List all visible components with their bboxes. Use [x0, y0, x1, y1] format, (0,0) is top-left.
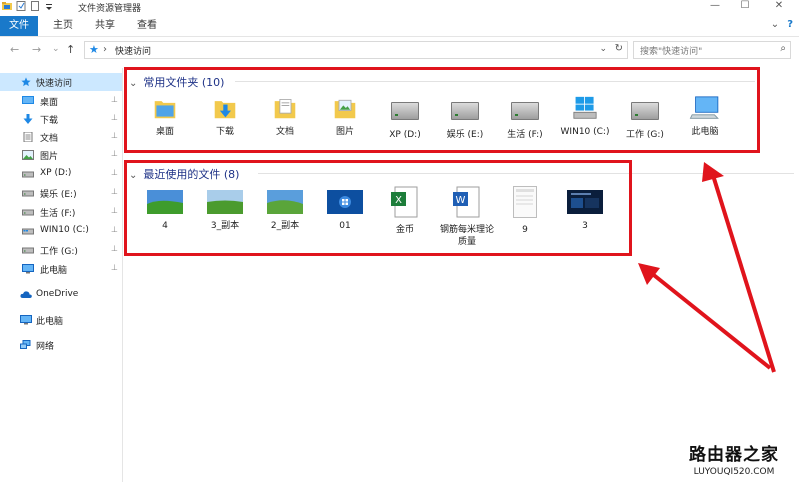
arrowhead-frequent: [702, 162, 724, 182]
arrowhead-recent: [638, 263, 660, 285]
watermark-title: 路由器之家: [689, 445, 779, 465]
arrow-line-to-recent: [648, 270, 772, 370]
watermark: 路由器之家 LUYOUQI520.COM: [672, 440, 796, 477]
arrow-line-to-frequent: [710, 171, 776, 373]
annotation-arrows: [638, 162, 776, 373]
watermark-url: LUYOUQI520.COM: [693, 467, 775, 477]
